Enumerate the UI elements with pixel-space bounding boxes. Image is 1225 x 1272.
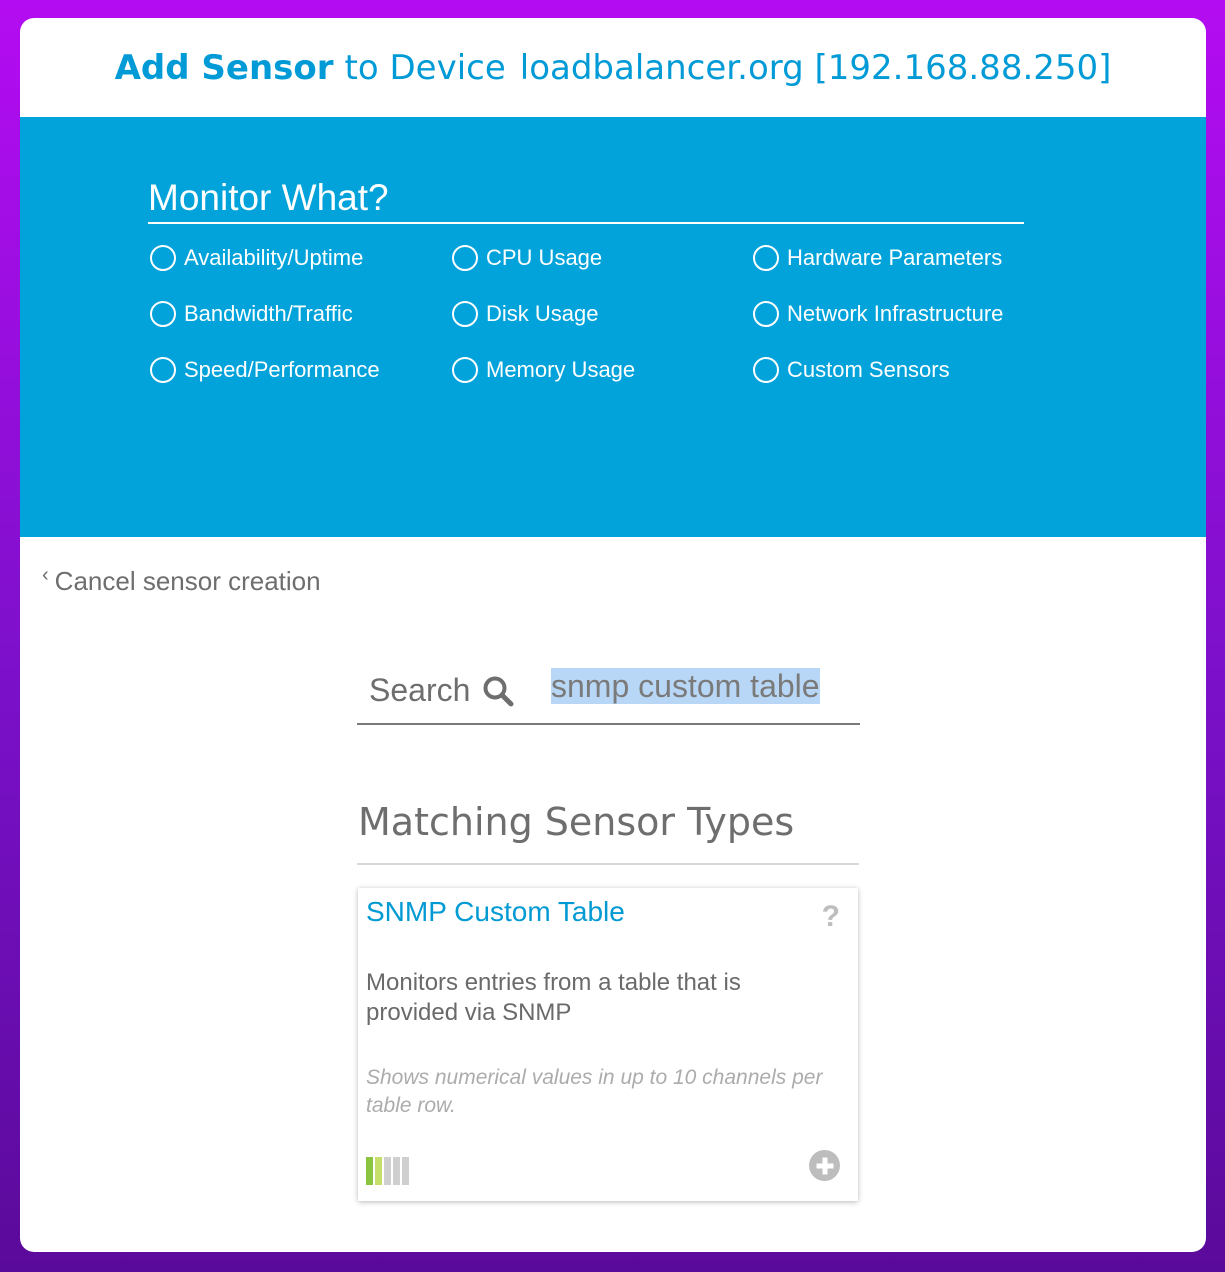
option-availability-uptime[interactable]: Availability/Uptime — [150, 245, 363, 271]
impact-bar — [384, 1157, 391, 1185]
option-bandwidth-traffic[interactable]: Bandwidth/Traffic — [150, 301, 353, 327]
option-label: Bandwidth/Traffic — [184, 301, 353, 326]
option-custom-sensors[interactable]: Custom Sensors — [753, 357, 950, 383]
radio-icon[interactable] — [150, 301, 176, 327]
option-disk-usage[interactable]: Disk Usage — [452, 301, 598, 327]
option-label: Custom Sensors — [787, 357, 950, 382]
option-label: Availability/Uptime — [184, 245, 364, 270]
cancel-sensor-creation-link[interactable]: ‹ Cancel sensor creation — [42, 564, 321, 597]
option-label: Speed/Performance — [184, 357, 380, 382]
matching-divider — [357, 863, 859, 865]
option-label: Disk Usage — [486, 301, 599, 326]
title-to-device: to Device — [344, 47, 506, 88]
sensor-card-snmp-custom-table[interactable]: SNMP Custom Table ? Monitors entries fro… — [358, 888, 858, 1201]
dialog-header: Add Sensor to Device loadbalancer.org [1… — [20, 18, 1206, 117]
radio-icon[interactable] — [150, 357, 176, 383]
dialog-frame: Add Sensor to Device loadbalancer.org [1… — [20, 18, 1206, 1252]
monitor-what-panel: Monitor What? Availability/Uptime Bandwi… — [20, 117, 1206, 537]
search-label-group: Search — [369, 672, 514, 709]
search-label: Search — [369, 672, 471, 708]
sensor-card-description: Monitors entries from a table that is pr… — [366, 969, 741, 1026]
radio-icon[interactable] — [452, 245, 478, 271]
option-hardware-parameters[interactable]: Hardware Parameters — [753, 245, 1002, 271]
performance-impact-bars — [366, 1157, 409, 1185]
impact-bar — [393, 1157, 400, 1185]
radio-icon[interactable] — [753, 357, 779, 383]
search-bar: Search snmp custom table — [357, 666, 860, 725]
search-input[interactable]: snmp custom table — [551, 668, 851, 710]
search-icon — [483, 676, 514, 706]
device-name: loadbalancer.org [192.168.88.250] — [519, 47, 1112, 88]
sensor-card-title[interactable]: SNMP Custom Table — [366, 896, 625, 928]
monitor-what-title: Monitor What? — [148, 177, 389, 218]
sensor-card-note: Shows numerical values in up to 10 chann… — [366, 1066, 823, 1117]
option-memory-usage[interactable]: Memory Usage — [452, 357, 635, 383]
cancel-label: Cancel sensor creation — [54, 566, 321, 596]
radio-icon[interactable] — [452, 357, 478, 383]
impact-bar — [402, 1157, 409, 1185]
radio-icon[interactable] — [452, 301, 478, 327]
impact-bar — [366, 1157, 373, 1185]
impact-bar — [375, 1157, 382, 1185]
radio-icon[interactable] — [753, 245, 779, 271]
matching-sensor-types-heading: Matching Sensor Types — [358, 800, 795, 844]
radio-icon[interactable] — [753, 301, 779, 327]
option-cpu-usage[interactable]: CPU Usage — [452, 245, 602, 271]
chevron-left-icon: ‹ — [42, 564, 49, 586]
option-network-infrastructure[interactable]: Network Infrastructure — [753, 301, 1003, 327]
help-icon[interactable]: ? — [822, 900, 840, 934]
monitor-divider — [148, 222, 1024, 224]
title-add-sensor: Add Sensor — [114, 47, 334, 88]
plus-circle-icon[interactable] — [809, 1150, 840, 1181]
option-label: CPU Usage — [486, 245, 603, 270]
search-input-value: snmp custom table — [551, 668, 820, 704]
radio-icon[interactable] — [150, 245, 176, 271]
option-speed-performance[interactable]: Speed/Performance — [150, 357, 380, 383]
option-label: Network Infrastructure — [787, 301, 1004, 326]
option-label: Memory Usage — [486, 357, 636, 382]
option-label: Hardware Parameters — [787, 245, 1003, 270]
